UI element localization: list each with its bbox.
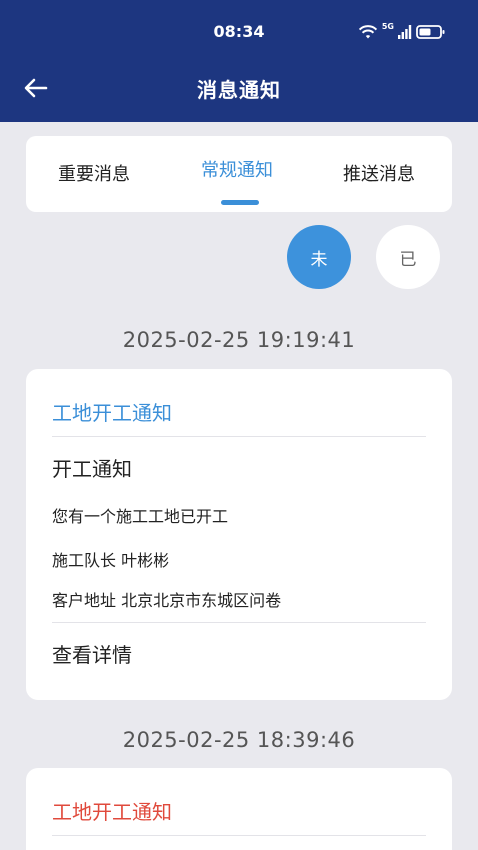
- view-details-link[interactable]: 查看详情: [52, 639, 132, 668]
- app-header: 08:34 5G 消息通知: [0, 0, 478, 122]
- message-card[interactable]: 工地开工通知: [26, 768, 452, 850]
- message-address: 客户地址 北京北京市东城区问卷: [52, 591, 282, 610]
- network-label: 5G: [381, 22, 394, 31]
- divider: [52, 835, 426, 836]
- message-timestamp: 2025-02-25 18:39:46: [122, 728, 356, 752]
- tab-regular[interactable]: 常规通知: [201, 156, 273, 182]
- nav-bar: 消息通知: [0, 66, 478, 110]
- message-body: 您有一个施工工地已开工: [52, 507, 229, 526]
- message-timestamp: 2025-02-25 19:19:41: [122, 328, 356, 352]
- filter-read-button[interactable]: 已: [376, 225, 440, 289]
- message-title: 工地开工通知: [52, 401, 172, 425]
- tab-important[interactable]: 重要消息: [58, 160, 130, 186]
- tab-push[interactable]: 推送消息: [343, 160, 415, 186]
- message-title: 工地开工通知: [52, 800, 172, 824]
- status-icons: 5G: [358, 22, 446, 42]
- status-bar: 08:34 5G: [0, 0, 478, 66]
- battery-icon: [416, 25, 445, 39]
- active-tab-indicator: [221, 200, 259, 205]
- divider: [52, 436, 426, 437]
- message-heading: 开工通知: [52, 457, 132, 481]
- filter-unread-button[interactable]: 未: [287, 225, 351, 289]
- wifi-icon: [358, 25, 377, 39]
- divider: [52, 622, 426, 623]
- tab-bar: 重要消息 常规通知 推送消息: [26, 136, 452, 212]
- message-card[interactable]: 工地开工通知 开工通知 您有一个施工工地已开工 施工队长 叶彬彬 客户地址 北京…: [26, 369, 452, 700]
- signal-icon: [398, 25, 412, 39]
- message-leader: 施工队长 叶彬彬: [52, 551, 170, 570]
- page-title: 消息通知: [197, 78, 281, 102]
